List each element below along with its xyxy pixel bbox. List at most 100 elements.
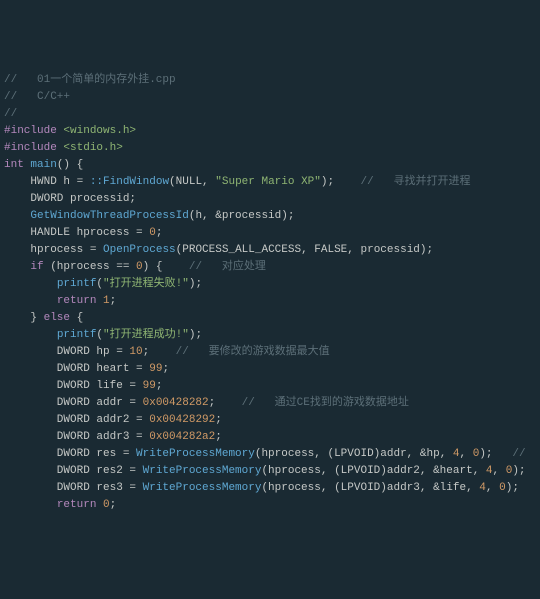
- code-line: DWORD res2 = WriteProcessMemory(hprocess…: [4, 463, 540, 480]
- token-plain: [4, 295, 57, 307]
- token-comment: // 要修改的游戏数据最大值: [176, 346, 330, 358]
- code-line: HANDLE hprocess = 0;: [4, 225, 540, 242]
- code-line: DWORD addr = 0x00428282; // 通过CE找到的游戏数据地…: [4, 395, 540, 412]
- code-line: // 01一个简单的内存外挂.cpp: [4, 72, 540, 89]
- token-num: 0x004282a2: [149, 431, 215, 443]
- code-line: DWORD heart = 99;: [4, 361, 540, 378]
- token-fn: WriteProcessMemory: [143, 482, 262, 494]
- token-num: 0: [499, 482, 506, 494]
- token-plain: [4, 210, 30, 222]
- code-line: if (hprocess == 0) { // 对应处理: [4, 259, 540, 276]
- token-op: (PROCESS_ALL_ACCESS, FALSE, processid);: [176, 244, 433, 256]
- code-line: printf("打开进程失败!");: [4, 276, 540, 293]
- code-line: DWORD hp = 10; // 要修改的游戏数据最大值: [4, 344, 540, 361]
- token-op: );: [512, 465, 525, 477]
- token-fn: GetWindowThreadProcessId: [30, 210, 188, 222]
- token-plain: DWORD hp =: [4, 346, 129, 358]
- token-op: );: [189, 278, 202, 290]
- token-plain: DWORD res =: [4, 448, 136, 460]
- token-plain: [4, 499, 57, 511]
- token-fn: printf: [57, 329, 97, 341]
- token-comment: // 通过CE找到的游戏数据地址: [242, 397, 409, 409]
- token-plain: DWORD life =: [4, 380, 143, 392]
- token-op: ;: [215, 414, 222, 426]
- token-plain: [4, 261, 30, 273]
- token-op: );: [321, 176, 361, 188]
- token-kw: if: [30, 261, 43, 273]
- token-comment: // C/C++: [4, 91, 70, 103]
- token-fn: WriteProcessMemory: [136, 448, 255, 460]
- token-op: () {: [57, 159, 83, 171]
- token-fn: main: [30, 159, 56, 171]
- token-op: (hprocess, (LPVOID)addr3, &life,: [261, 482, 479, 494]
- token-comment: // 对应处理: [189, 261, 266, 273]
- code-line: HWND h = ::FindWindow(NULL, "Super Mario…: [4, 174, 540, 191]
- token-num: 0: [149, 227, 156, 239]
- token-comment: // 写入: [512, 448, 540, 460]
- token-op: ;: [110, 295, 117, 307]
- code-line: return 0;: [4, 497, 540, 514]
- token-plain: DWORD heart =: [4, 363, 149, 375]
- code-line: int main() {: [4, 157, 540, 174]
- code-line: hprocess = OpenProcess(PROCESS_ALL_ACCES…: [4, 242, 540, 259]
- token-num: 0x00428292: [149, 414, 215, 426]
- token-plain: DWORD processid;: [4, 193, 136, 205]
- token-op: (NULL,: [169, 176, 215, 188]
- token-kw: return: [57, 499, 97, 511]
- token-fn: OpenProcess: [103, 244, 176, 256]
- code-line: DWORD res3 = WriteProcessMemory(hprocess…: [4, 480, 540, 497]
- token-num: 1: [103, 295, 110, 307]
- code-line: DWORD addr2 = 0x00428292;: [4, 412, 540, 429]
- token-op: ;: [156, 227, 163, 239]
- token-comment: // 01一个简单的内存外挂.cpp: [4, 74, 176, 86]
- token-op: ;: [156, 380, 163, 392]
- token-kw: else: [44, 312, 70, 324]
- token-plain: [4, 329, 57, 341]
- token-op: );: [506, 482, 519, 494]
- token-fn: WriteProcessMemory: [143, 465, 262, 477]
- token-fn: ::FindWindow: [90, 176, 169, 188]
- token-op: ;: [215, 431, 222, 443]
- code-line: DWORD addr3 = 0x004282a2;: [4, 429, 540, 446]
- token-op: (hprocess, (LPVOID)addr2, &heart,: [261, 465, 485, 477]
- token-fn: printf: [57, 278, 97, 290]
- token-plain: HWND h =: [4, 176, 90, 188]
- code-line: DWORD res = WriteProcessMemory(hprocess,…: [4, 446, 540, 463]
- token-plain: hprocess =: [4, 244, 103, 256]
- token-pre: #include: [4, 142, 63, 154]
- token-op: ;: [143, 346, 176, 358]
- token-plain: HANDLE hprocess =: [4, 227, 149, 239]
- token-op: ;: [110, 499, 117, 511]
- code-line: #include <windows.h>: [4, 123, 540, 140]
- token-plain: DWORD addr2 =: [4, 414, 149, 426]
- token-comment: //: [4, 108, 17, 120]
- token-op: ,: [486, 482, 499, 494]
- token-num: 99: [143, 380, 156, 392]
- token-plain: [4, 278, 57, 290]
- code-line: printf("打开进程成功!");: [4, 327, 540, 344]
- token-op: );: [479, 448, 512, 460]
- code-line: GetWindowThreadProcessId(h, &processid);: [4, 208, 540, 225]
- token-num: 4: [486, 465, 493, 477]
- token-op: (hprocess, (LPVOID)addr, &hp,: [255, 448, 453, 460]
- token-str: "打开进程失败!": [103, 278, 189, 290]
- token-num: 0: [136, 261, 143, 273]
- token-plain: DWORD addr =: [4, 397, 143, 409]
- token-num: 4: [479, 482, 486, 494]
- code-line: // C/C++: [4, 89, 540, 106]
- token-kw: return: [57, 295, 97, 307]
- code-line: //: [4, 106, 540, 123]
- token-num: 0x00428282: [143, 397, 209, 409]
- token-num: 4: [453, 448, 460, 460]
- token-inc: <stdio.h>: [63, 142, 122, 154]
- token-comment: // 寻找并打开进程: [361, 176, 471, 188]
- code-line: return 1;: [4, 293, 540, 310]
- token-pre: #include: [4, 125, 63, 137]
- token-op: (h, &processid);: [189, 210, 295, 222]
- token-op: );: [189, 329, 202, 341]
- token-num: 0: [103, 499, 110, 511]
- code-editor: // 01一个简单的内存外挂.cpp // C/C++ // #include <wi…: [4, 72, 540, 514]
- token-kw: int: [4, 159, 24, 171]
- code-line: } else {: [4, 310, 540, 327]
- token-plain: }: [4, 312, 44, 324]
